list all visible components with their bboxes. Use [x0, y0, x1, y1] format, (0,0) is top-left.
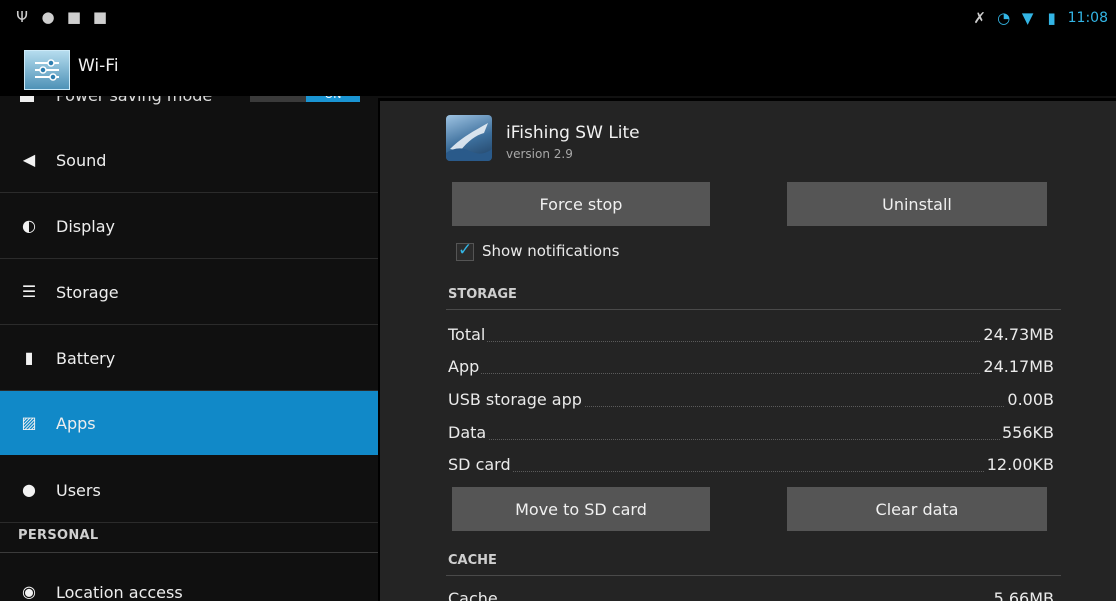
clear-data-button[interactable]: Clear data — [787, 487, 1047, 531]
storage-icon: ☰ — [21, 282, 37, 301]
storage-row-label: SD card — [448, 455, 513, 474]
sidebar-item-label: Battery — [56, 348, 116, 368]
storage-row-value: 24.17MB — [981, 357, 1054, 376]
power-saving-label: Power saving mode — [56, 96, 212, 105]
settings-app-icon[interactable] — [24, 50, 70, 90]
location-icon: ◉ — [22, 582, 36, 601]
usb-icon: Ψ — [16, 8, 28, 26]
show-notifications-checkbox[interactable]: ✓ — [456, 240, 474, 261]
sidebar-item-location[interactable]: ◉ Location access — [0, 560, 378, 601]
power-saving-toggle-off[interactable] — [250, 96, 306, 102]
app-icon — [446, 115, 492, 161]
storage-row-label: App — [448, 357, 482, 376]
sidebar-item-display[interactable]: ◐ Display — [0, 194, 378, 259]
battery-icon: ▮ — [24, 348, 34, 367]
sidebar-item-label: Storage — [56, 282, 119, 302]
power-saving-toggle-on[interactable]: ON — [306, 96, 360, 102]
storage-row-value: 24.73MB — [981, 325, 1054, 344]
sidebar-item-storage[interactable]: ☰ Storage — [0, 260, 378, 325]
action-bar: Wi-Fi — [0, 40, 1116, 98]
clock: 11:08 — [1067, 10, 1108, 26]
alarm-icon: ◔ — [997, 9, 1011, 27]
sidebar-item-sound[interactable]: ◀ Sound — [0, 128, 378, 193]
storage-section-header: STORAGE — [448, 287, 517, 302]
personal-header-label: PERSONAL — [18, 528, 99, 543]
power-saving-item[interactable]: Power saving mode ON — [0, 96, 378, 110]
dotted-leader — [448, 341, 1054, 342]
divider — [446, 309, 1061, 310]
cache-section-header: CACHE — [448, 553, 497, 568]
sidebar-item-apps[interactable]: ▨ Apps — [0, 391, 378, 455]
storage-row-value: 0.00B — [1005, 390, 1054, 409]
bluetooth-off-icon: ✗ — [973, 9, 986, 27]
personal-section-header: PERSONAL — [0, 522, 378, 553]
action-bar-title: Wi-Fi — [78, 56, 119, 76]
storage-row-app: App 24.17MB — [448, 357, 1054, 379]
download-icon: ■ — [66, 8, 82, 26]
app-info-pane: iFishing SW Lite version 2.9 Force stop … — [380, 101, 1116, 601]
android-debug-icon: ● — [41, 8, 55, 26]
storage-row-value: 556KB — [999, 423, 1054, 442]
storage-row-data: Data 556KB — [448, 423, 1054, 445]
storage-row-label: USB storage app — [448, 390, 584, 409]
dotted-leader — [448, 471, 1054, 472]
cache-row-value: 5.66MB — [991, 589, 1054, 601]
uninstall-button[interactable]: Uninstall — [787, 182, 1047, 226]
settings-list: Power saving mode ON ◀ Sound ◐ Display ☰… — [0, 96, 378, 601]
battery-icon: ▮ — [1047, 9, 1056, 27]
system-icons: ✗ ◔ ▼ ▮ 11:08 — [972, 10, 1108, 26]
dotted-leader — [448, 373, 1054, 374]
download-icon: ■ — [92, 8, 108, 26]
cache-row-label: Cache — [448, 589, 500, 601]
apps-icon: ▨ — [21, 413, 37, 432]
speaker-icon: ◀ — [22, 150, 36, 169]
move-to-sd-button[interactable]: Move to SD card — [452, 487, 710, 531]
sidebar-item-label: Users — [56, 480, 101, 500]
power-saving-icon — [20, 96, 34, 102]
divider — [446, 575, 1061, 576]
dotted-leader — [448, 439, 1054, 440]
wifi-icon: ▼ — [1021, 9, 1034, 27]
sidebar-item-label: Display — [56, 216, 115, 236]
storage-row-value: 12.00KB — [984, 455, 1054, 474]
cache-row: Cache 5.66MB — [448, 589, 1054, 601]
sidebar-item-battery[interactable]: ▮ Battery — [0, 326, 378, 391]
storage-row-sdcard: SD card 12.00KB — [448, 455, 1054, 477]
brightness-icon: ◐ — [22, 216, 36, 235]
status-bar: Ψ ● ■ ■ ✗ ◔ ▼ ▮ 11:08 — [0, 0, 1116, 40]
user-icon: ● — [22, 480, 36, 499]
notification-icons: Ψ ● ■ ■ — [14, 9, 108, 25]
storage-row-label: Total — [448, 325, 488, 344]
app-version: version 2.9 — [506, 147, 573, 161]
checkmark-icon: ✓ — [458, 240, 473, 260]
show-notifications-label: Show notifications — [482, 242, 620, 260]
app-name: iFishing SW Lite — [506, 123, 640, 143]
sidebar-item-label: Sound — [56, 150, 107, 170]
sidebar-item-users[interactable]: ● Users — [0, 458, 378, 523]
storage-row-usb: USB storage app 0.00B — [448, 390, 1054, 412]
sidebar-item-label: Apps — [56, 413, 96, 433]
sidebar-item-label: Location access — [56, 582, 183, 601]
force-stop-button[interactable]: Force stop — [452, 182, 710, 226]
storage-row-label: Data — [448, 423, 489, 442]
storage-row-total: Total 24.73MB — [448, 325, 1054, 347]
